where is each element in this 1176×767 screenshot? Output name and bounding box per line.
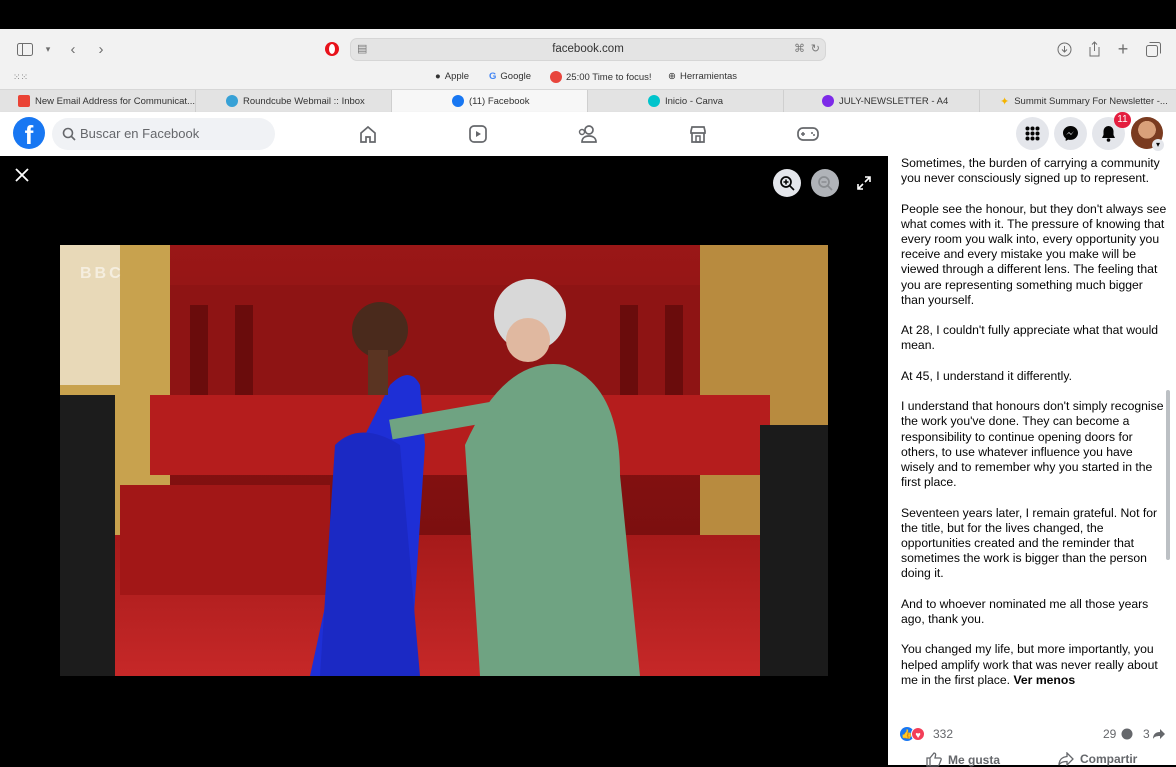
post-paragraph: People see the honour, but they don't al…	[901, 201, 1167, 307]
browser-toolbar: ▾ ‹ › ▤ facebook.com ⌘ ↻ +	[0, 29, 1176, 69]
download-icon[interactable]	[1054, 39, 1074, 59]
tab-bar: New Email Address for Communicat... Roun…	[0, 89, 1176, 112]
tab-roundcube[interactable]: Roundcube Webmail :: Inbox	[196, 90, 392, 112]
reactions-bar: 👍 ♥ 332 29 3	[900, 726, 1170, 744]
globe-icon: ⊕	[668, 71, 676, 82]
post-text: Sometimes, the burden of carrying a comm…	[901, 156, 1167, 703]
post-panel: Sometimes, the burden of carrying a comm…	[888, 156, 1176, 765]
grid-icon[interactable]: ⁙⁙	[13, 72, 28, 83]
photo-illustration: BBC	[60, 245, 828, 676]
opera-icon[interactable]	[322, 39, 342, 59]
facebook-icon	[452, 95, 464, 107]
sidebar-icon[interactable]	[15, 39, 35, 59]
bookmark-tools[interactable]: ⊕ Herramientas	[668, 71, 737, 82]
new-tab-icon[interactable]: +	[1113, 39, 1133, 59]
gmail-icon	[18, 95, 30, 107]
post-paragraph: At 28, I couldn't fully appreciate what …	[901, 323, 1159, 353]
fullscreen-icon[interactable]	[850, 169, 878, 197]
scrollbar[interactable]	[1166, 390, 1170, 560]
post-actions: Me gusta Compartir	[888, 748, 1176, 767]
zoom-out-icon[interactable]	[811, 169, 839, 197]
bookmark-apple[interactable]: ● Apple	[435, 71, 469, 82]
bbc-watermark: BBC	[80, 265, 124, 282]
url-text: facebook.com	[552, 43, 624, 55]
marketplace-icon[interactable]	[686, 122, 710, 146]
zoom-in-icon[interactable]	[773, 169, 801, 197]
canva-icon	[648, 95, 660, 107]
reload-icon[interactable]: ↻	[811, 42, 820, 55]
account-chevron-icon[interactable]: ▾	[1152, 139, 1164, 151]
bookmark-pomodoro[interactable]: 25:00 Time to focus!	[550, 71, 652, 83]
post-photo[interactable]: BBC	[60, 245, 828, 676]
search-placeholder: Buscar en Facebook	[80, 126, 200, 141]
search-input[interactable]: Buscar en Facebook	[52, 118, 275, 150]
tab-facebook[interactable]: (11) Facebook	[392, 90, 588, 112]
check-icon	[550, 71, 562, 83]
post-paragraph-last: You changed my life, but more importantl…	[901, 642, 1158, 687]
address-bar[interactable]: ▤ facebook.com ⌘ ↻	[350, 38, 826, 61]
apple-icon: ●	[435, 71, 441, 82]
menu-grid-icon[interactable]	[1016, 117, 1049, 150]
forward-icon[interactable]: ›	[91, 39, 111, 59]
chevron-down-icon[interactable]: ▾	[38, 39, 58, 59]
messenger-icon[interactable]	[1054, 117, 1087, 150]
canva-icon	[822, 95, 834, 107]
share-icon[interactable]	[1084, 39, 1104, 59]
tab-summit[interactable]: ✦ Summit Summary For Newsletter -...	[980, 90, 1176, 112]
search-icon	[62, 127, 76, 141]
bookmark-google[interactable]: G Google	[489, 71, 531, 82]
reactions-count[interactable]: 332	[933, 727, 953, 741]
share-icon	[1058, 752, 1074, 766]
share-arrow-icon	[1153, 728, 1165, 743]
google-icon: G	[489, 71, 497, 82]
translate-icon[interactable]: ⌘	[794, 42, 805, 55]
friends-icon[interactable]	[576, 122, 600, 146]
gaming-icon[interactable]	[796, 122, 820, 146]
facebook-header: f Buscar en Facebook ▾	[0, 112, 1176, 156]
roundcube-icon	[226, 95, 238, 107]
tab-overview-icon[interactable]	[1143, 39, 1163, 59]
post-paragraph: I understand that honours don't simply r…	[901, 399, 1164, 490]
post-paragraph: And to whoever nominated me all those ye…	[901, 596, 1149, 626]
share-button[interactable]: Compartir	[1058, 752, 1137, 766]
system-top-bar	[0, 0, 1176, 29]
tab-gmail[interactable]: New Email Address for Communicat...	[0, 90, 196, 112]
sparkle-icon: ✦	[1000, 95, 1010, 108]
see-less-link[interactable]: Ver menos	[1013, 673, 1075, 687]
comment-icon	[1121, 728, 1133, 743]
bookmarks-bar: ⁙⁙ ● Apple G Google 25:00 Time to focus! ⊕…	[0, 69, 1176, 89]
video-icon[interactable]	[466, 122, 490, 146]
facebook-logo[interactable]: f	[13, 117, 45, 149]
post-paragraph: Seventeen years later, I remain grateful…	[901, 505, 1158, 581]
back-icon[interactable]: ‹	[63, 39, 83, 59]
love-reaction-icon[interactable]: ♥	[911, 727, 925, 741]
post-paragraph: At 45, I understand it differently.	[901, 368, 1072, 383]
close-icon[interactable]	[8, 161, 36, 189]
tab-canva[interactable]: Inicio - Canva	[588, 90, 784, 112]
shares-count[interactable]: 3	[1143, 727, 1150, 741]
tab-newsletter[interactable]: JULY-NEWSLETTER - A4	[784, 90, 980, 112]
notification-badge: 11	[1114, 112, 1131, 128]
home-icon[interactable]	[356, 122, 380, 146]
comments-count[interactable]: 29	[1103, 727, 1116, 741]
post-paragraph: Sometimes, the burden of carrying a comm…	[901, 156, 1160, 186]
browser-chrome: ▾ ‹ › ▤ facebook.com ⌘ ↻ + ⁙⁙ ● Apple G Go…	[0, 29, 1176, 112]
photo-viewer: BBC	[0, 156, 888, 765]
